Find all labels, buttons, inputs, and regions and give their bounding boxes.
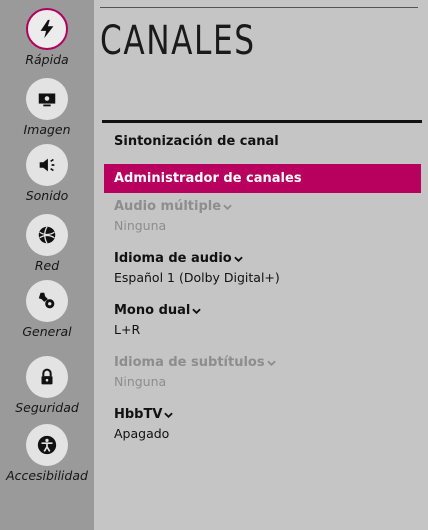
- chevron-down-icon: [223, 204, 232, 210]
- speaker-icon: [26, 144, 68, 186]
- menu-item-value: Español 1 (Dolby Digital+): [114, 270, 280, 285]
- sidebar-item-seguridad[interactable]: Seguridad: [0, 356, 94, 415]
- sidebar-item-label: General: [22, 324, 72, 339]
- menu-item-label: Idioma de audio: [114, 251, 232, 266]
- picture-icon: [26, 78, 68, 120]
- menu-item-label-row: Idioma de audio: [114, 251, 421, 266]
- menu-item-mono-dual[interactable]: Mono dual L+R: [104, 303, 421, 355]
- menu-item-audio-multiple[interactable]: Audio múltiple Ninguna: [104, 199, 421, 251]
- menu-item-label: HbbTV: [114, 407, 163, 422]
- main-panel: CANALES Sintonización de canal Administr…: [94, 0, 428, 530]
- menu-item-value: Ninguna: [114, 218, 167, 233]
- menu-item-sintonizacion[interactable]: Sintonización de canal: [104, 134, 421, 164]
- menu-item-idioma-subtitulos[interactable]: Idioma de subtítulos Ninguna: [104, 355, 421, 407]
- sidebar-item-label: Sonido: [25, 188, 69, 203]
- menu-item-label-row: Idioma de subtítulos: [114, 355, 421, 370]
- chevron-down-icon: [266, 360, 276, 366]
- sidebar-item-label: Red: [34, 258, 60, 273]
- menu-item-label-row: Audio múltiple: [114, 199, 421, 214]
- wrench-gear-icon: [26, 280, 68, 322]
- menu-item-label: Audio múltiple: [114, 199, 222, 214]
- sidebar-item-accesibilidad[interactable]: Accesibilidad: [0, 424, 94, 483]
- menu-item-idioma-audio[interactable]: Idioma de audio Español 1 (Dolby Digital…: [104, 251, 421, 303]
- sidebar-item-label: Rápida: [25, 52, 69, 67]
- chevron-down-icon: [192, 308, 202, 314]
- chevron-down-icon: [234, 256, 243, 262]
- top-divider: [100, 7, 418, 8]
- menu-item-label-row: Mono dual: [114, 303, 421, 318]
- menu-item-label: Administrador de canales: [114, 171, 302, 186]
- menu-item-value: Ninguna: [114, 374, 167, 389]
- sidebar-item-imagen[interactable]: Imagen: [0, 78, 94, 137]
- sidebar-item-label: Seguridad: [15, 400, 79, 415]
- sidebar-item-red[interactable]: Red: [0, 214, 94, 273]
- sidebar-item-sonido[interactable]: Sonido: [0, 144, 94, 203]
- menu-item-administrador[interactable]: Administrador de canales: [104, 164, 421, 193]
- menu-item-value: L+R: [114, 322, 141, 337]
- menu-item-label: Idioma de subtítulos: [114, 355, 265, 370]
- network-globe-icon: [26, 214, 68, 256]
- sidebar-item-general[interactable]: General: [0, 280, 94, 339]
- menu-item-value: Apagado: [114, 426, 170, 441]
- accessibility-icon: [26, 424, 68, 466]
- menu-item-label: Mono dual: [114, 303, 191, 318]
- page-title: CANALES: [100, 18, 256, 64]
- menu-item-label-row: HbbTV: [114, 407, 421, 422]
- title-divider: [102, 120, 422, 123]
- sidebar: Rápida Imagen Sonido Red General Segurid…: [0, 0, 94, 530]
- sidebar-item-label: Imagen: [23, 122, 71, 137]
- menu-item-label: Sintonización de canal: [114, 134, 279, 149]
- lock-icon: [26, 356, 68, 398]
- lightning-icon: [26, 8, 68, 50]
- menu-item-hbbtv[interactable]: HbbTV Apagado: [104, 407, 421, 459]
- sidebar-item-label: Accesibilidad: [6, 468, 88, 483]
- chevron-down-icon: [164, 412, 174, 418]
- sidebar-item-rapida[interactable]: Rápida: [0, 8, 94, 67]
- settings-menu: Sintonización de canal Administrador de …: [104, 134, 421, 459]
